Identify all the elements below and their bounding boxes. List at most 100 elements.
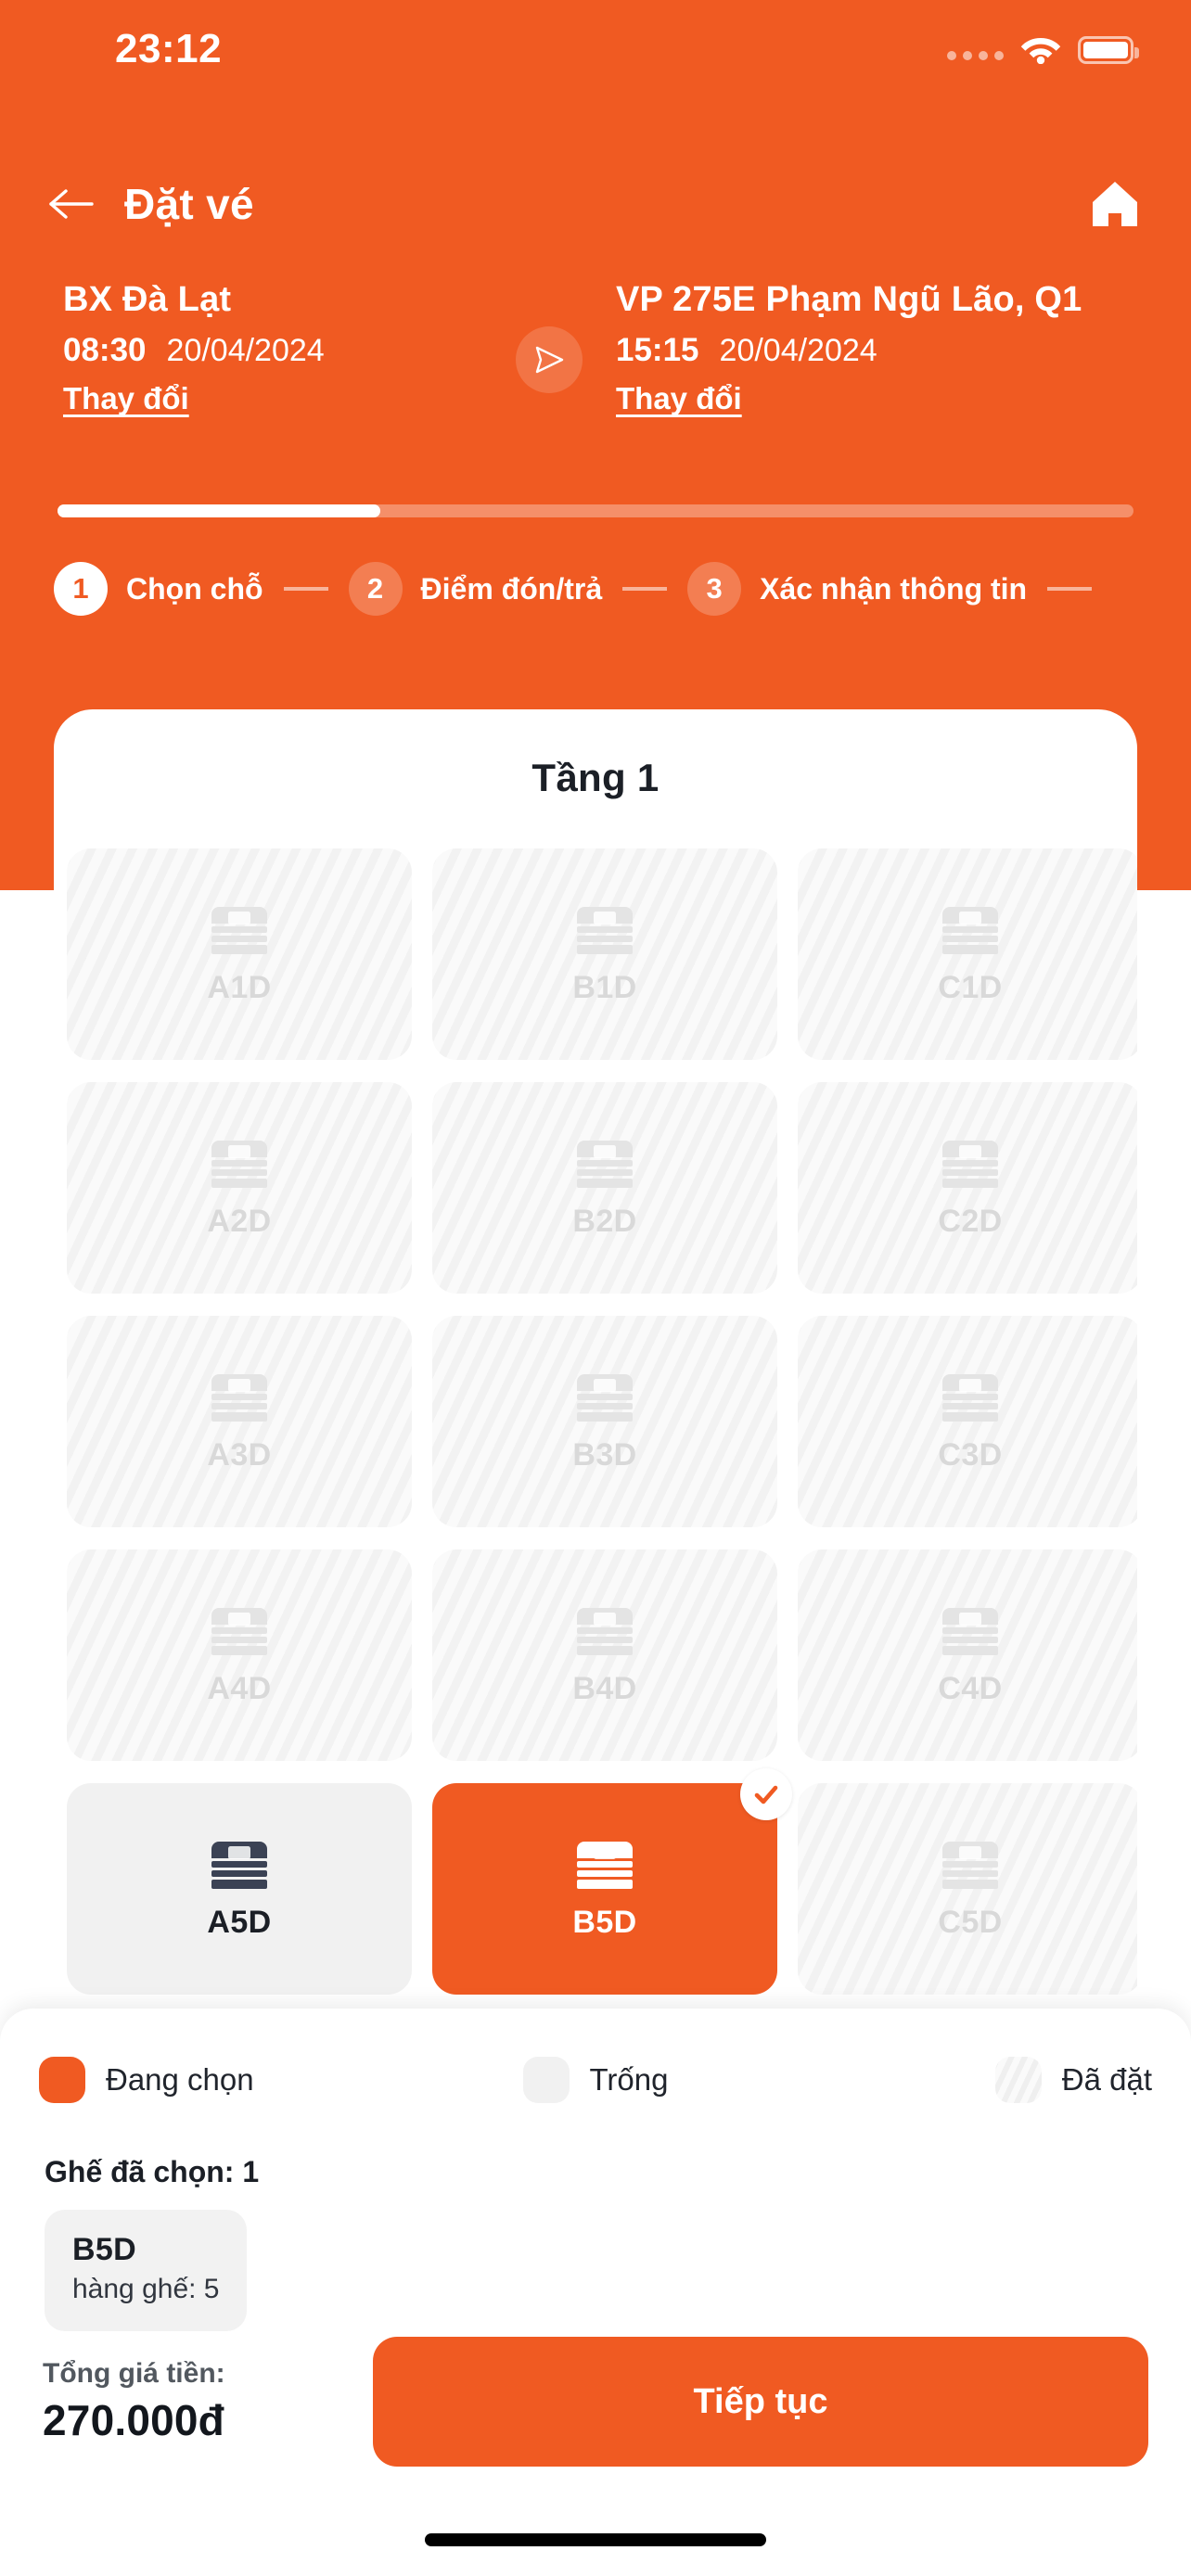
seat-label: B1D — [572, 969, 637, 1005]
seat-label: A2D — [207, 1203, 272, 1239]
floor-title: Tầng 1 — [531, 756, 660, 799]
origin-date: 20/04/2024 — [166, 333, 325, 369]
page-title: Đặt vé — [124, 180, 254, 228]
arrow-left-icon — [49, 189, 94, 219]
step-separator — [622, 587, 668, 591]
seat-map-card: Tầng 1 A1D B1D C1D A2D B2D C2D A3D B3D C3D A4D B4D… — [54, 709, 1137, 2008]
bed-icon — [577, 1607, 633, 1655]
legend-label: Đã đặt — [1061, 2062, 1152, 2097]
bed-icon — [942, 1140, 998, 1188]
trip-summary: BX Đà Lạt 08:30 20/04/2024 Thay đổi VP 2… — [0, 278, 1191, 416]
bed-icon — [211, 1373, 267, 1422]
seat-label: C1D — [938, 969, 1003, 1005]
seat-label: A4D — [207, 1670, 272, 1706]
bottom-sheet: Đang chọn Trống Đã đặt Ghế đã chọn: 1 B5D h… — [0, 2009, 1191, 2576]
legend-item-sel: Đang chọn — [39, 2057, 410, 2103]
total-price-label: Tổng giá tiền: — [43, 2358, 225, 2389]
legend-swatch-free — [522, 2057, 570, 2103]
origin-time: 08:30 — [63, 332, 147, 369]
seat-label: B2D — [572, 1203, 637, 1239]
seat-label: C5D — [938, 1904, 1003, 1940]
legend-label: Đang chọn — [106, 2062, 254, 2097]
bed-icon — [942, 1607, 998, 1655]
origin-change-link[interactable]: Thay đổi — [63, 381, 189, 416]
legend-item-free: Trống — [410, 2057, 781, 2103]
seat-C2D: C2D — [798, 1082, 1137, 1294]
status-bar: 23:12 — [0, 0, 1191, 97]
seat-C4D: C4D — [798, 1549, 1137, 1761]
seat-B5D[interactable]: B5D — [432, 1768, 792, 1995]
navigation-bar: Đặt vé — [0, 158, 1191, 250]
total-price: Tổng giá tiền: 270.000đ — [43, 2358, 349, 2445]
step-separator — [1047, 587, 1093, 591]
bed-icon — [577, 1140, 633, 1188]
destination-place: VP 275E Phạm Ngũ Lão, Q1 — [616, 280, 1082, 319]
home-indicator — [425, 2533, 766, 2546]
seat-label: B4D — [572, 1670, 637, 1706]
destination-change-link[interactable]: Thay đổi — [616, 381, 742, 416]
seat-B3D: B3D — [432, 1316, 777, 1527]
progress-fill — [58, 504, 380, 517]
step-number: 2 — [348, 562, 403, 616]
trip-direction — [482, 278, 616, 393]
trip-origin: BX Đà Lạt 08:30 20/04/2024 Thay đổi — [0, 278, 482, 416]
bed-icon — [577, 1373, 633, 1422]
seat-B4D: B4D — [432, 1549, 777, 1761]
progress-track — [58, 504, 1133, 517]
home-button[interactable] — [1087, 176, 1143, 232]
bed-icon — [577, 906, 633, 954]
seat-label: A1D — [207, 969, 272, 1005]
seat-A1D: A1D — [67, 848, 412, 1060]
step-3[interactable]: 3 Xác nhận thông tin — [687, 562, 1027, 616]
bed-icon — [211, 906, 267, 954]
step-label: Điểm đón/trả — [420, 571, 603, 606]
swap-direction-button[interactable] — [516, 326, 583, 393]
chip-seat-row: hàng ghế: 5 — [72, 2274, 220, 2304]
seat-B1D: B1D — [432, 848, 777, 1060]
battery-full-icon — [1078, 35, 1139, 64]
seat-B2D: B2D — [432, 1082, 777, 1294]
legend-label: Trống — [589, 2062, 669, 2097]
bed-icon — [942, 1373, 998, 1422]
destination-date: 20/04/2024 — [719, 333, 877, 369]
seat-label: A3D — [207, 1436, 272, 1473]
seat-A5D[interactable]: A5D — [67, 1783, 412, 1995]
legend-swatch-taken — [994, 2057, 1042, 2103]
footer-bar: Tổng giá tiền: 270.000đ Tiếp tục — [0, 2337, 1191, 2467]
step-2[interactable]: 2 Điểm đón/trả — [348, 562, 603, 616]
step-indicator: 1 Chọn chỗ 2 Điểm đón/trả 3 Xác nhận thông ti… — [54, 547, 1191, 631]
seat-label: B5D — [572, 1904, 637, 1940]
home-icon — [1093, 182, 1137, 226]
legend-swatch-sel — [39, 2057, 85, 2103]
seat-A4D: A4D — [67, 1549, 412, 1761]
wifi-icon — [1020, 37, 1061, 64]
seat-C5D: C5D — [798, 1783, 1137, 1995]
step-1[interactable]: 1 Chọn chỗ — [54, 562, 263, 616]
bed-icon — [211, 1140, 267, 1188]
bed-icon — [577, 1841, 633, 1889]
seat-label: B3D — [572, 1436, 637, 1473]
seat-C3D: C3D — [798, 1316, 1137, 1527]
seat-label: C4D — [938, 1670, 1003, 1706]
selected-seats-title: Ghế đã chọn: 1 — [45, 2155, 260, 2188]
continue-button[interactable]: Tiếp tục — [373, 2337, 1148, 2467]
step-number: 1 — [54, 562, 108, 616]
seat-A3D: A3D — [67, 1316, 412, 1527]
total-price-value: 270.000đ — [43, 2396, 224, 2444]
bed-icon — [942, 906, 998, 954]
step-number: 3 — [687, 562, 742, 616]
destination-time: 15:15 — [616, 332, 699, 369]
seat-label: A5D — [207, 1904, 272, 1940]
signal-dots-icon — [947, 50, 1004, 64]
legend-item-taken: Đã đặt — [781, 2057, 1152, 2103]
selected-seat-chip[interactable]: B5D hàng ghế: 5 — [45, 2210, 248, 2331]
seat-A2D: A2D — [67, 1082, 412, 1294]
trip-destination: VP 275E Phạm Ngũ Lão, Q1 15:15 20/04/202… — [616, 278, 1191, 416]
seat-label: C2D — [938, 1203, 1003, 1239]
booking-screen: 23:12 Đặt vé BX Đà Lạt 08:30 20/04/2024 … — [0, 0, 1191, 2576]
bed-icon — [942, 1841, 998, 1889]
back-button[interactable] — [45, 178, 96, 230]
status-bar-indicators — [947, 34, 1139, 64]
status-bar-time: 23:12 — [115, 25, 223, 71]
bed-icon — [211, 1841, 267, 1889]
